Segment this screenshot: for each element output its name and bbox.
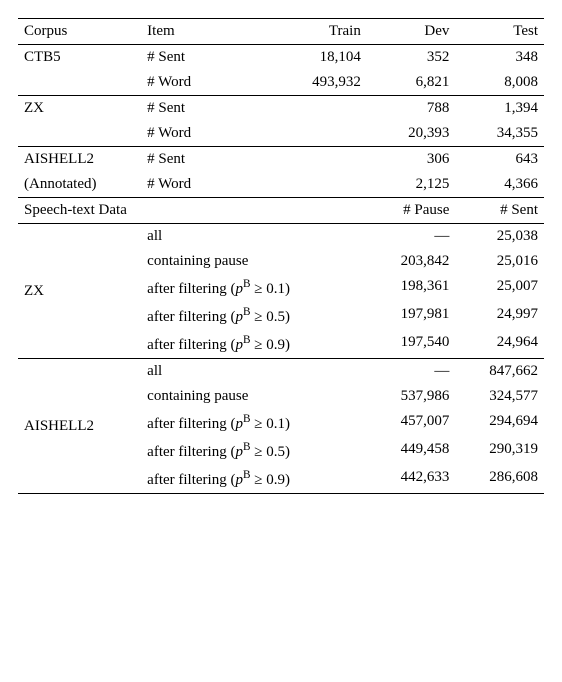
cell: 18,104 [249,45,367,71]
hdr-pause: # Pause [367,198,456,224]
hdr-dev: Dev [367,19,456,45]
cell: 2,125 [367,172,456,198]
cell: 348 [455,45,544,71]
item-label: containing pause [141,249,367,274]
cell: 197,981 [367,302,456,330]
cell [249,121,367,147]
cell: — [367,224,456,250]
cell: 34,355 [455,121,544,147]
corpus-zx-2: ZX [18,224,141,359]
hdr-train: Train [249,19,367,45]
item-label: # Sent [141,96,249,122]
cell: 352 [367,45,456,71]
item-label: # Word [141,172,249,198]
cell: 286,608 [455,465,544,494]
item-label: # Word [141,70,249,96]
cell: 847,662 [455,359,544,385]
cell: 643 [455,147,544,173]
cell [249,96,367,122]
cell: 442,633 [367,465,456,494]
cell: 6,821 [367,70,456,96]
cell: 324,577 [455,384,544,409]
item-label: # Sent [141,45,249,71]
item-label: # Sent [141,147,249,173]
corpus-zx: ZX [18,96,141,147]
cell: 4,366 [455,172,544,198]
item-filter-05: after filtering (pB ≥ 0.5) [141,437,367,465]
corpus-ctb5: CTB5 [18,45,141,96]
cell: 25,016 [455,249,544,274]
cell: 197,540 [367,330,456,359]
cell: 24,964 [455,330,544,359]
hdr-item: Item [141,19,249,45]
cell: 493,932 [249,70,367,96]
item-filter-09: after filtering (pB ≥ 0.9) [141,330,367,359]
item-label: all [141,224,367,250]
data-table: Corpus Item Train Dev Test CTB5 # Sent 1… [18,18,544,494]
item-filter-05: after filtering (pB ≥ 0.5) [141,302,367,330]
item-filter-09: after filtering (pB ≥ 0.9) [141,465,367,494]
cell: 457,007 [367,409,456,437]
corpus-aishell2-2: AISHELL2 [18,359,141,494]
hdr-speechtext: Speech-text Data [18,198,249,224]
corpus-aishell2-line1: AISHELL2 [18,147,141,173]
item-filter-01: after filtering (pB ≥ 0.1) [141,274,367,302]
cell: 25,038 [455,224,544,250]
item-label: all [141,359,367,385]
hdr-corpus: Corpus [18,19,141,45]
cell: 306 [367,147,456,173]
cell: 449,458 [367,437,456,465]
cell: 537,986 [367,384,456,409]
cell: — [367,359,456,385]
item-filter-01: after filtering (pB ≥ 0.1) [141,409,367,437]
cell: 1,394 [455,96,544,122]
cell: 25,007 [455,274,544,302]
item-label: containing pause [141,384,367,409]
cell: 294,694 [455,409,544,437]
hdr-sent: # Sent [455,198,544,224]
cell: 8,008 [455,70,544,96]
corpus-aishell2-line2: (Annotated) [18,172,141,198]
cell [249,172,367,198]
item-label: # Word [141,121,249,147]
cell [249,147,367,173]
cell: 788 [367,96,456,122]
cell: 24,997 [455,302,544,330]
cell: 198,361 [367,274,456,302]
cell: 203,842 [367,249,456,274]
hdr-test: Test [455,19,544,45]
cell: 290,319 [455,437,544,465]
cell: 20,393 [367,121,456,147]
